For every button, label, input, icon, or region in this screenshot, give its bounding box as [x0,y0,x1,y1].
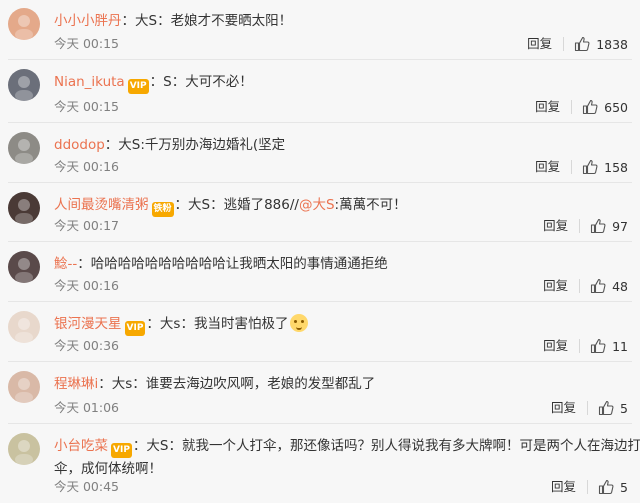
comment-body: ：大S：就我一个人打伞，那还像话吗？别人得说我有多大牌啊！可是两个人在海边打 [132,438,640,454]
comment-body-continued: 伞，成何体统啊！ [54,461,162,477]
reply-button[interactable]: 回复 [543,279,581,293]
reply-button[interactable]: 回复 [535,160,573,174]
comment-actions: 回复 11 [543,338,628,354]
reply-button[interactable]: 回复 [527,37,565,51]
mention-link[interactable]: @大S [299,197,335,213]
avatar[interactable] [8,69,40,101]
comment-body: ：大s：谁要去海边吹风啊，老娘的发型都乱了 [98,376,376,392]
member-badge: 铁粉 [151,202,174,217]
thumbs-up-icon[interactable] [590,218,606,234]
comment-actions: 回复 97 [543,218,628,234]
comment-actions: 回复 5 [551,400,628,416]
comment-time: 今天 01:06 [54,400,119,415]
comment-body: :萬萬不可！ [334,197,407,213]
comment-actions: 回复 158 [535,159,628,175]
avatar[interactable] [8,433,40,465]
member-badge: VIP [124,321,146,336]
like-count: 97 [612,218,628,234]
username-link[interactable]: 小台吃菜 [54,438,108,454]
comment-actions: 回复 1838 [527,36,628,52]
comment-text: Nian_ikuta VIP ：S：大可不必！ [54,71,620,94]
comment-item: 银河漫天星 VIP ：大s：我当时害怕极了今天 00:36 回复 11 [0,303,640,362]
comment-actions: 回复 48 [543,278,628,294]
like-count: 48 [612,278,628,294]
emoji-icon [290,314,309,332]
member-badge: VIP [111,443,132,458]
comment-body: ：大S：逃婚了886// [174,197,299,213]
comment-time: 今天 00:17 [54,218,119,233]
comment-item: ddodop：大S:千万别办海边婚礼(坚定今天 00:16 回复 158 [0,124,640,183]
comment-item: 程琳琳i：大s：谁要去海边吹风啊，老娘的发型都乱了今天 01:06 回复 5 [0,363,640,424]
username-link[interactable]: 鯰-- [54,256,77,272]
thumbs-up-icon[interactable] [598,479,614,495]
comment-body: ：大S:千万别办海边婚礼(坚定 [104,137,286,153]
username-link[interactable]: 程琳琳i [54,376,98,392]
comment-time: 今天 00:36 [54,338,119,353]
avatar[interactable] [8,371,40,403]
reply-button[interactable]: 回复 [543,339,581,353]
thumbs-up-icon[interactable] [574,36,590,52]
reply-button[interactable]: 回复 [543,219,581,233]
comment-body: ：S：大可不必！ [149,74,253,90]
avatar[interactable] [8,251,40,283]
like-count: 5 [620,400,628,416]
comment-item: Nian_ikuta VIP ：S：大可不必！ 今天 00:15 回复 650 [0,61,640,123]
username-link[interactable]: Nian_ikuta [54,74,125,90]
reply-button[interactable]: 回复 [551,480,589,494]
comment-time: 今天 00:15 [54,99,119,114]
comment-time: 今天 00:45 [54,479,119,494]
avatar[interactable] [8,192,40,224]
thumbs-up-icon[interactable] [582,99,598,115]
thumbs-up-icon[interactable] [590,338,606,354]
comment-text: 银河漫天星 VIP ：大s：我当时害怕极了 [54,313,620,336]
reply-button[interactable]: 回复 [551,401,589,415]
comment-actions: 回复 650 [535,99,628,115]
comment-item: 人间最烫嘴清粥 铁粉 ：大S：逃婚了886//@大S:萬萬不可！ 今天 00:17 回复… [0,184,640,242]
like-count: 158 [604,159,628,175]
comment-text: 人间最烫嘴清粥 铁粉 ：大S：逃婚了886//@大S:萬萬不可！ [54,194,620,217]
username-link[interactable]: ddodop [54,137,105,153]
comment-item: 小台吃菜 VIP ：大S：就我一个人打伞，那还像话吗？别人得说我有多大牌啊！可是两个… [0,425,640,503]
comment-item: 小小小胖丹：大S：老娘才不要晒太阳！ 今天 00:15 回复 1838 [0,0,640,60]
like-count: 5 [620,479,628,495]
comment-text: 程琳琳i：大s：谁要去海边吹风啊，老娘的发型都乱了 [54,373,620,395]
avatar[interactable] [8,311,40,343]
username-link[interactable]: 小小小胖丹 [54,13,122,29]
avatar[interactable] [8,8,40,40]
comment-list: 小小小胖丹：大S：老娘才不要晒太阳！ 今天 00:15 回复 1838 Nian_iku… [0,0,640,503]
like-count: 1838 [596,36,628,52]
comment-time: 今天 00:16 [54,159,119,174]
comment-body: ：大S：老娘才不要晒太阳！ [121,13,293,29]
comment-item: 鯰--：哈哈哈哈哈哈哈哈哈哈让我晒太阳的事情通通拒绝今天 00:16 回复 48 [0,243,640,302]
comment-time: 今天 00:16 [54,278,119,293]
member-badge: VIP [127,79,149,94]
comment-text: 小台吃菜 VIP ：大S：就我一个人打伞，那还像话吗？别人得说我有多大牌啊！可是两个… [54,435,640,480]
thumbs-up-icon[interactable] [590,278,606,294]
comment-body: ：哈哈哈哈哈哈哈哈哈哈让我晒太阳的事情通通拒绝 [77,256,388,272]
thumbs-up-icon[interactable] [582,159,598,175]
comment-text: 鯰--：哈哈哈哈哈哈哈哈哈哈让我晒太阳的事情通通拒绝 [54,253,620,275]
comment-time: 今天 00:15 [54,36,119,51]
comment-text: ddodop：大S:千万别办海边婚礼(坚定 [54,134,620,156]
comment-actions: 回复 5 [551,479,628,495]
avatar[interactable] [8,132,40,164]
reply-button[interactable]: 回复 [535,100,573,114]
comment-text: 小小小胖丹：大S：老娘才不要晒太阳！ [54,10,620,32]
username-link[interactable]: 银河漫天星 [54,316,122,332]
thumbs-up-icon[interactable] [598,400,614,416]
like-count: 650 [604,99,628,115]
like-count: 11 [612,338,628,354]
username-link[interactable]: 人间最烫嘴清粥 [54,197,149,213]
comment-body: ：大s：我当时害怕极了 [146,316,289,332]
